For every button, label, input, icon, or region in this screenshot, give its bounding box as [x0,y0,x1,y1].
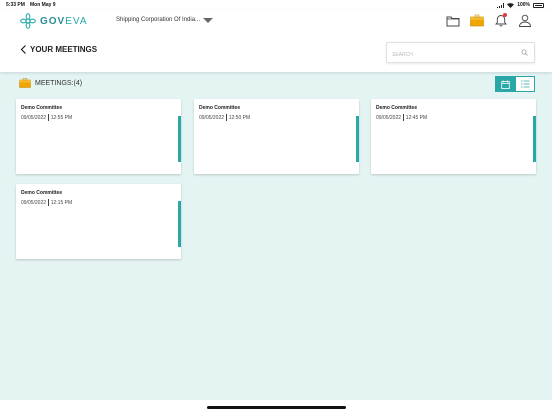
card-accent-bar [178,201,181,247]
separator [48,114,49,121]
list-view-button[interactable] [515,76,535,92]
briefcase-icon [19,78,31,88]
search-input[interactable] [387,45,515,65]
folder-icon [446,16,460,27]
status-time: 5:33 PM [6,2,25,8]
meeting-title: Demo Committee [199,105,241,111]
meeting-title: Demo Committee [21,190,63,196]
meeting-time: 12:50 PM [228,114,251,121]
meeting-time: 12:55 PM [50,114,73,121]
meeting-title: Demo Committee [376,105,418,111]
separator [226,114,227,121]
battery-icon [533,2,544,8]
meeting-time: 12:15 PM [50,199,73,206]
meeting-date: 09/05/2022 [21,114,47,121]
battery-percent: 100% [517,2,530,8]
meeting-card[interactable]: Demo Committee 09/05/2022 12:45 PM [371,99,536,174]
signal-icon [497,2,505,8]
status-bar: 5:33 PM Mon May 9 100% [0,0,552,10]
back-arrow-icon[interactable] [20,45,27,54]
grid-view-button[interactable] [495,76,515,92]
meeting-datetime: 09/05/2022 12:45 PM [376,114,427,121]
dropdown-caret-icon [203,17,214,23]
notifications-button[interactable] [494,13,508,27]
folder-button[interactable] [446,14,460,27]
list-icon [520,80,529,88]
meeting-date: 09/05/2022 [21,199,47,206]
logo-text: GOVEVA [40,16,88,27]
organization-name: Shipping Corporation Of India... [116,17,201,23]
meeting-date: 09/05/2022 [199,114,225,121]
meeting-card[interactable]: Demo Committee 09/05/2022 12:50 PM [194,99,359,174]
meeting-title: Demo Committee [21,105,63,111]
logo-text-gov: GOV [40,15,66,27]
user-icon [519,14,531,27]
meeting-datetime: 09/05/2022 12:15 PM [21,199,72,206]
logo-text-eva: EVA [65,15,88,27]
search-icon[interactable] [521,49,528,56]
meeting-date: 09/05/2022 [376,114,402,121]
meeting-card[interactable]: Demo Committee 09/05/2022 12:55 PM [16,99,181,174]
profile-button[interactable] [518,14,532,27]
separator [403,114,404,121]
view-toggle [495,76,535,92]
card-accent-bar [356,116,359,162]
card-accent-bar [533,116,536,162]
status-right: 100% [497,2,544,8]
meetings-count-text: MEETINGS:(4) [35,79,83,87]
page-title: YOUR MEETINGS [20,45,97,54]
notification-badge [503,13,507,17]
separator [48,199,49,206]
organization-selector[interactable]: Shipping Corporation Of India... [116,17,214,23]
status-date: Mon May 9 [30,2,56,8]
briefcase-button[interactable] [470,14,484,27]
meetings-count: MEETINGS:(4) [19,78,82,88]
meeting-card[interactable]: Demo Committee 09/05/2022 12:15 PM [16,184,181,259]
home-indicator[interactable] [207,406,346,409]
header-actions [446,13,532,27]
meeting-datetime: 09/05/2022 12:50 PM [199,114,250,121]
briefcase-icon [470,14,484,27]
app-header: GOVEVA Shipping Corporation Of India... [0,10,552,72]
page-title-text: YOUR MEETINGS [30,45,98,54]
card-accent-bar [178,116,181,162]
search-box[interactable] [386,42,535,65]
meeting-datetime: 09/05/2022 12:55 PM [21,114,72,121]
wifi-icon [507,2,515,8]
meeting-time: 12:45 PM [405,114,428,121]
calendar-icon [500,80,510,89]
govеva-logo-icon [20,13,36,29]
logo: GOVEVA [20,13,88,29]
